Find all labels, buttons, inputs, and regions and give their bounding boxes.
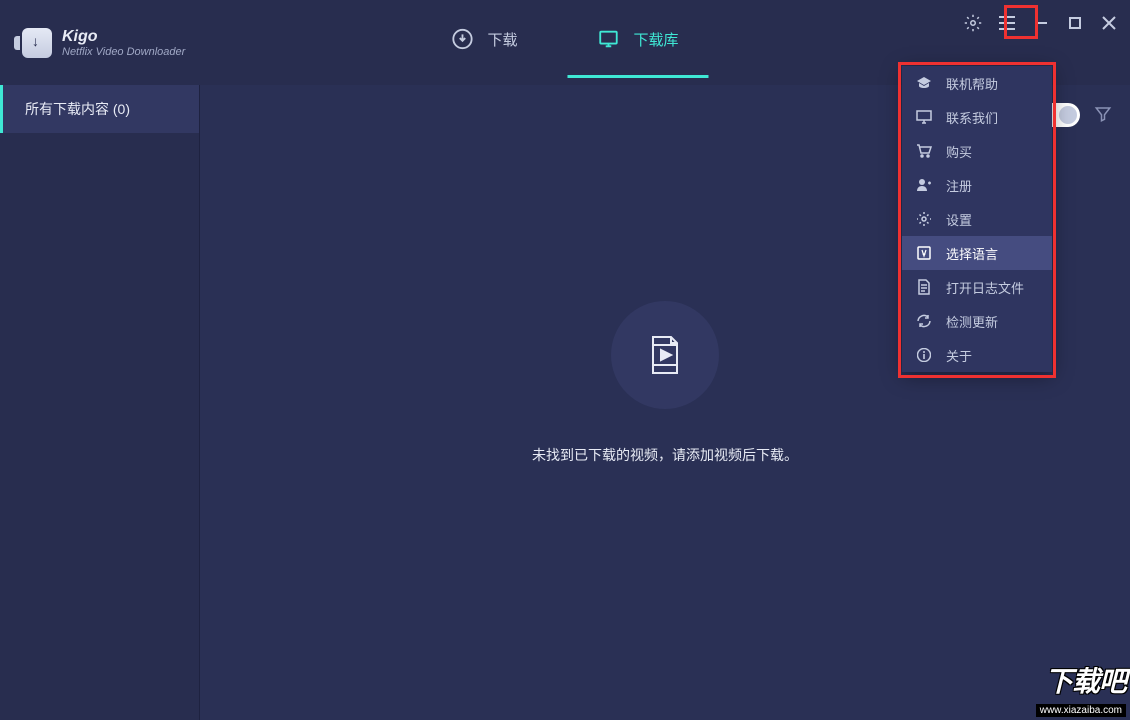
minimize-button[interactable] [1032,14,1050,32]
maximize-button[interactable] [1066,14,1084,32]
menu-label: 检测更新 [946,312,998,331]
menu-item-settings[interactable]: 设置 [902,202,1052,236]
graduation-cap-icon [916,75,932,91]
close-button[interactable] [1100,14,1118,32]
empty-state-message: 未找到已下载的视频，请添加视频后下载。 [532,445,798,465]
sidebar: 所有下载内容 (0) [0,85,200,720]
menu-item-language[interactable]: 选择语言 [902,236,1052,270]
menu-item-contact-us[interactable]: 联系我们 [902,100,1052,134]
app-subtitle: Netflix Video Downloader [62,46,185,58]
window-controls [964,14,1118,32]
sidebar-item-all-downloads[interactable]: 所有下载内容 (0) [0,85,199,133]
logo-area: Kigo Netflix Video Downloader [0,0,185,58]
menu-label: 关于 [946,346,972,365]
cart-icon [916,143,932,159]
document-icon [916,279,932,295]
menu-item-check-update[interactable]: 检测更新 [902,304,1052,338]
settings-button[interactable] [964,14,982,32]
menu-item-purchase[interactable]: 购买 [902,134,1052,168]
watermark-text: 下载吧 [1036,660,1126,700]
language-icon [916,245,932,261]
menu-label: 联系我们 [946,108,998,127]
main-menu-dropdown: 联机帮助 联系我们 购买 注册 设置 选择语言 打开日志文件 [902,66,1052,372]
menu-item-online-help[interactable]: 联机帮助 [902,66,1052,100]
menu-item-about[interactable]: 关于 [902,338,1052,372]
tab-download-label: 下载 [487,29,517,50]
filter-button[interactable] [1094,105,1114,125]
empty-state: 未找到已下载的视频，请添加视频后下载。 [532,301,798,465]
menu-label: 设置 [946,210,972,229]
tab-library[interactable]: 下载库 [598,28,679,78]
info-icon [916,347,932,363]
library-icon [598,28,620,50]
refresh-icon [916,313,932,329]
app-logo-icon [22,28,52,58]
menu-item-register[interactable]: 注册 [902,168,1052,202]
video-file-icon [643,333,687,377]
download-icon [451,28,473,50]
gear-icon [916,211,932,227]
menu-label: 选择语言 [946,244,998,263]
monitor-icon [916,109,932,125]
sidebar-item-label: 所有下载内容 (0) [25,99,130,119]
app-name: Kigo [62,28,185,46]
main-tabs: 下载 下载库 [451,28,678,78]
empty-state-icon-circle [611,301,719,409]
watermark-url: www.xiazaiba.com [1036,704,1126,717]
watermark: 下载吧 www.xiazaiba.com [1036,660,1126,718]
menu-label: 联机帮助 [946,74,998,93]
tab-download[interactable]: 下载 [451,28,517,78]
menu-button[interactable] [998,14,1016,32]
menu-item-open-log[interactable]: 打开日志文件 [902,270,1052,304]
menu-label: 打开日志文件 [946,278,1024,297]
menu-label: 购买 [946,142,972,161]
tab-library-label: 下载库 [634,29,679,50]
user-icon [916,177,932,193]
menu-label: 注册 [946,176,972,195]
logo-text: Kigo Netflix Video Downloader [62,28,185,58]
